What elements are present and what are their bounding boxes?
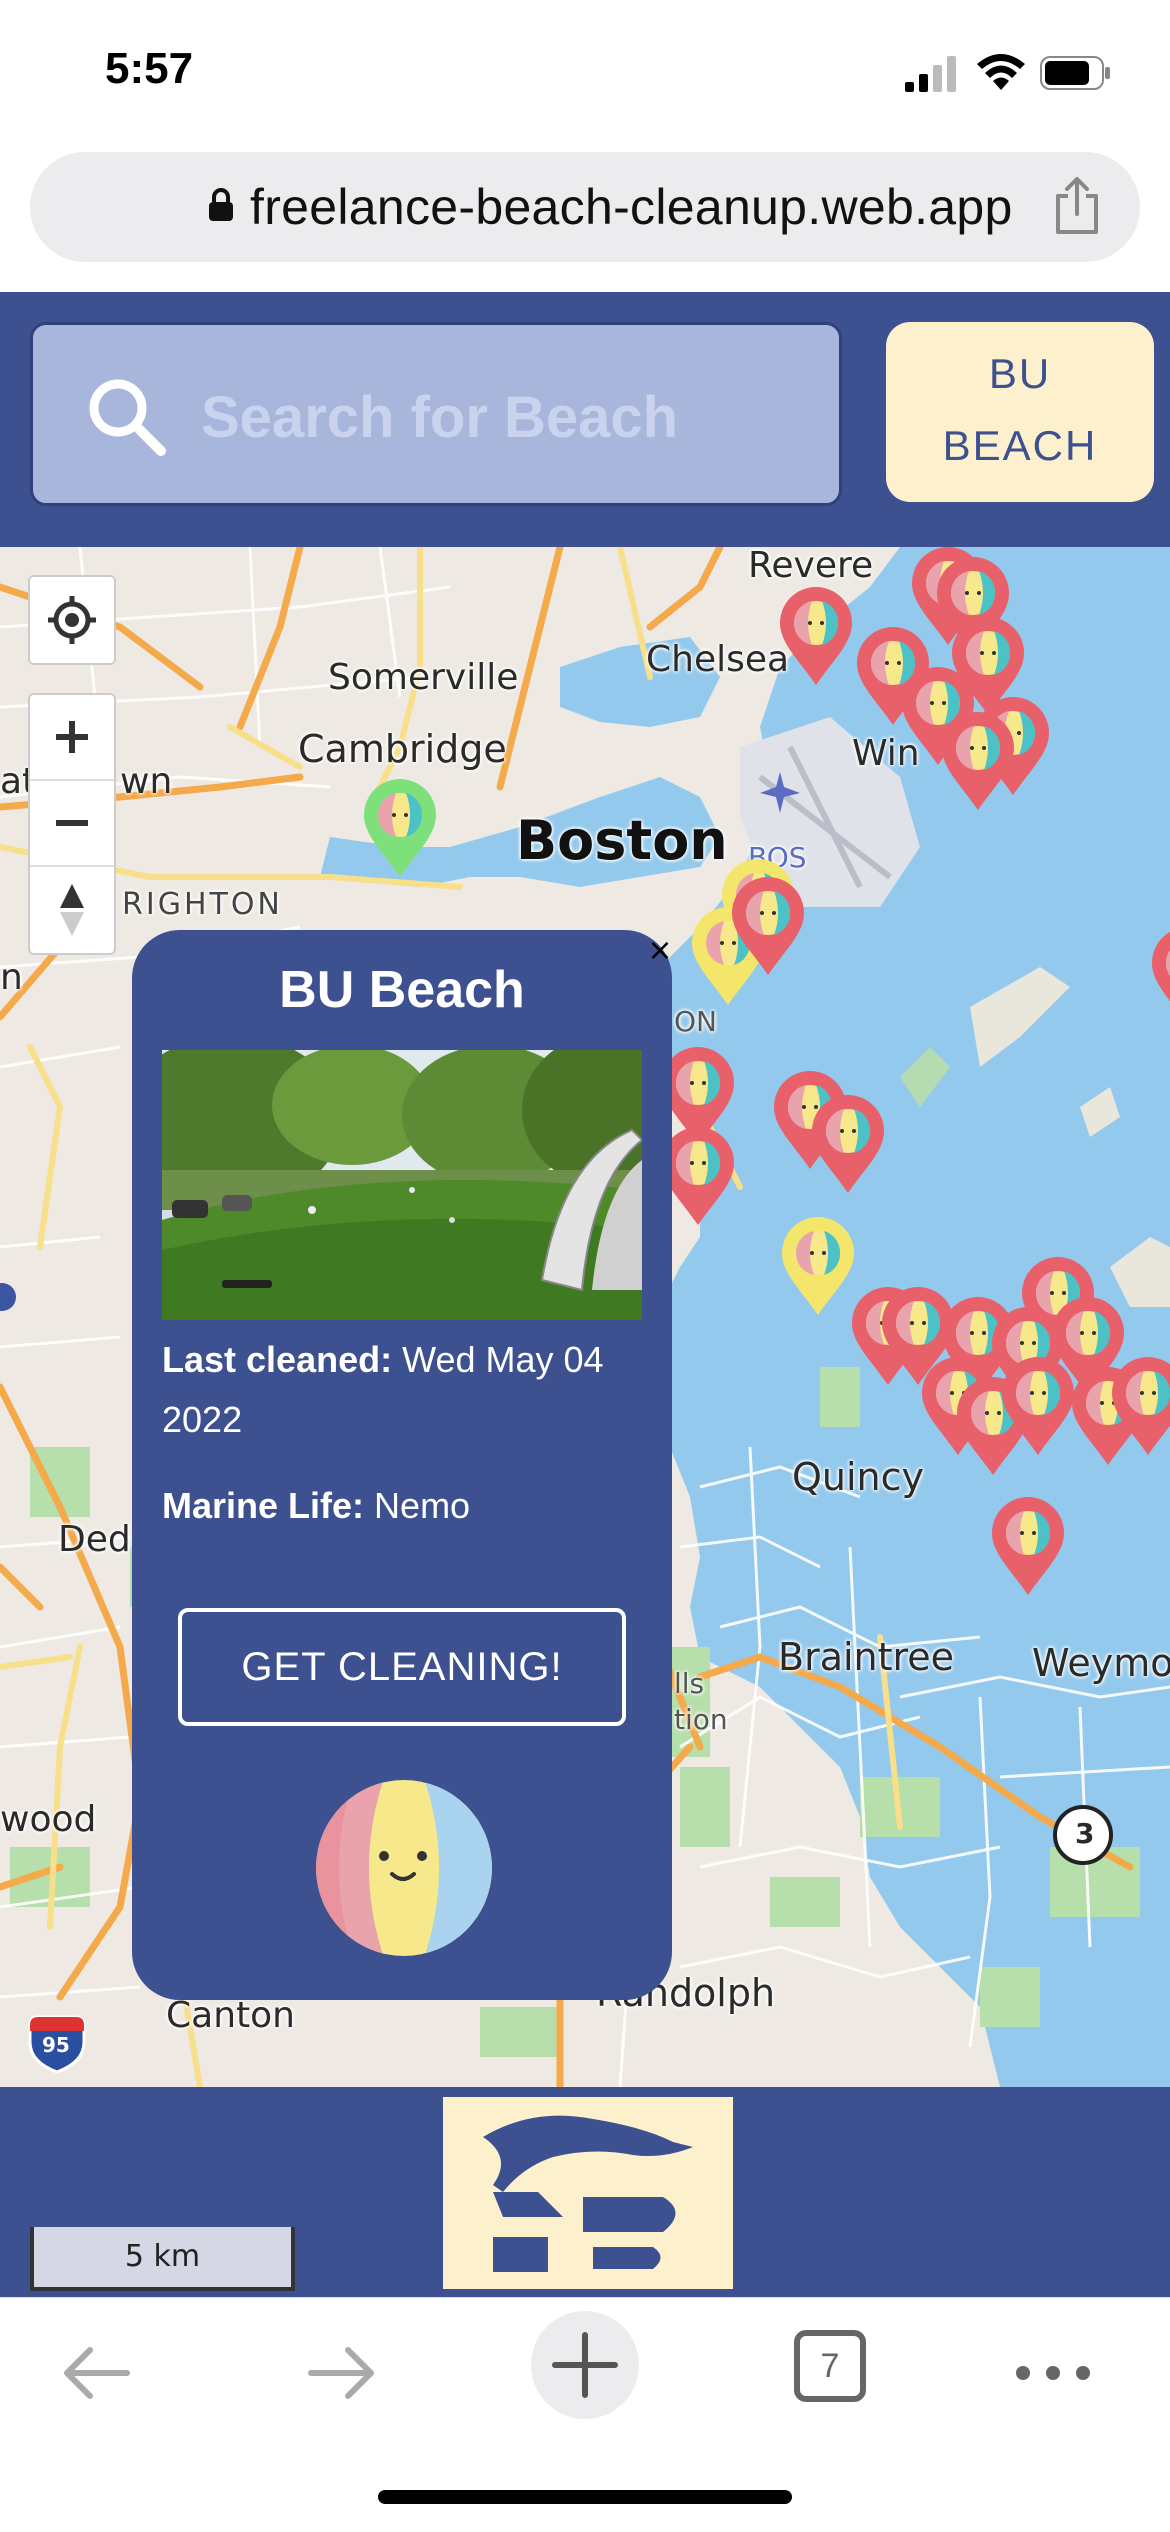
map-label-dedham: Ded xyxy=(58,1519,131,1560)
marine-life-row: Marine Life: Nemo xyxy=(162,1476,642,1536)
search-input[interactable] xyxy=(201,377,821,457)
zoom-out-button[interactable] xyxy=(30,781,114,867)
search-icon xyxy=(89,379,166,456)
tab-count-button[interactable]: 7 xyxy=(794,2330,866,2402)
interstate-95-label: 95 xyxy=(42,2033,70,2057)
zoom-in-button[interactable] xyxy=(30,695,114,781)
app-header: BU BEACH xyxy=(0,292,1170,547)
map-label-cambridge: Cambridge xyxy=(298,727,507,771)
map-label-weymouth: Weymo xyxy=(1032,1641,1170,1685)
map-scale: 5 km xyxy=(30,2227,295,2291)
map-label-chelsea: Chelsea xyxy=(646,639,790,680)
bu-beach-button[interactable]: BU BEACH xyxy=(886,322,1154,502)
zoom-controls xyxy=(28,693,116,955)
back-arrow-icon[interactable] xyxy=(52,2328,142,2418)
plus-icon xyxy=(56,721,88,753)
app-footer: 5 km xyxy=(0,2087,1170,2297)
map-label-norwood: wood xyxy=(0,1799,97,1840)
map-label-canton: Canton xyxy=(166,1995,295,2036)
more-options-icon[interactable] xyxy=(1008,2328,1098,2418)
beach-marker-dirty[interactable] xyxy=(1110,1357,1170,1457)
home-indicator xyxy=(378,2490,792,2504)
battery-icon xyxy=(1040,56,1110,90)
address-bar[interactable]: freelance-beach-cleanup.web.app xyxy=(30,152,1140,262)
marine-life-value: Nemo xyxy=(374,1485,471,1526)
compass-button[interactable] xyxy=(30,867,114,953)
map-label-n-left: n xyxy=(0,957,23,998)
beach-marker-dirty[interactable] xyxy=(1150,927,1170,1027)
beach-photo xyxy=(162,1050,642,1320)
status-time: 5:57 xyxy=(105,44,194,93)
search-box[interactable] xyxy=(30,322,842,506)
map-label-somerville: Somerville xyxy=(328,657,519,698)
map-label-on: ON xyxy=(674,1005,717,1038)
beach-marker-dirty[interactable] xyxy=(810,1095,886,1195)
forward-arrow-icon[interactable] xyxy=(296,2328,386,2418)
beach-marker-dirty[interactable] xyxy=(730,877,806,977)
map-label-braintree: Braintree xyxy=(778,1635,955,1679)
url-text[interactable]: freelance-beach-cleanup.web.app xyxy=(250,178,1013,236)
map-label-hills: lls xyxy=(674,1667,705,1700)
locate-icon xyxy=(48,596,96,644)
get-cleaning-button[interactable]: GET CLEANING! xyxy=(178,1608,626,1726)
popup-close-button[interactable]: × xyxy=(645,936,675,966)
beach-popup: BU Beach Last cleaned: Wed May 04 2022 M… xyxy=(132,930,672,2000)
geolocate-button[interactable] xyxy=(28,575,116,665)
beach-marker-dirty[interactable] xyxy=(990,1497,1066,1597)
beach-marker-dirty[interactable] xyxy=(1000,1357,1076,1457)
wifi-icon xyxy=(977,54,1025,90)
map-label-quincy: Quincy xyxy=(792,1455,925,1499)
last-cleaned-label: Last cleaned: xyxy=(162,1339,393,1380)
cellular-signal-icon xyxy=(905,56,956,92)
map-label-boston: Boston xyxy=(516,809,728,872)
popup-title: BU Beach xyxy=(279,961,525,1019)
minus-icon xyxy=(56,820,88,826)
lock-icon xyxy=(209,188,233,221)
status-bar: 5:57 xyxy=(0,0,1170,145)
beach-ball-icon xyxy=(316,1780,492,1956)
route-3-label: 3 xyxy=(1075,1817,1095,1850)
map-label-station: tion xyxy=(674,1703,728,1736)
map-label-watertown-b: wn xyxy=(120,761,173,802)
bu-beach-button-line1: BU xyxy=(988,350,1052,397)
bu-beach-button-line2: BEACH xyxy=(942,422,1098,469)
beach-marker-dirty[interactable] xyxy=(940,712,1016,812)
map-label-brighton: RIGHTON xyxy=(122,887,283,922)
compass-icon xyxy=(60,884,84,936)
beach-marker-clean[interactable] xyxy=(362,779,438,879)
marine-life-label: Marine Life: xyxy=(162,1485,365,1526)
beach-marker-moderate[interactable] xyxy=(780,1217,856,1317)
share-icon[interactable] xyxy=(1050,176,1104,236)
bu-logo xyxy=(443,2097,733,2289)
beach-marker-dirty[interactable] xyxy=(778,587,854,687)
new-tab-icon[interactable] xyxy=(530,2310,640,2420)
map-label-revere: Revere xyxy=(748,547,874,586)
last-cleaned-row: Last cleaned: Wed May 04 2022 xyxy=(162,1330,642,1450)
